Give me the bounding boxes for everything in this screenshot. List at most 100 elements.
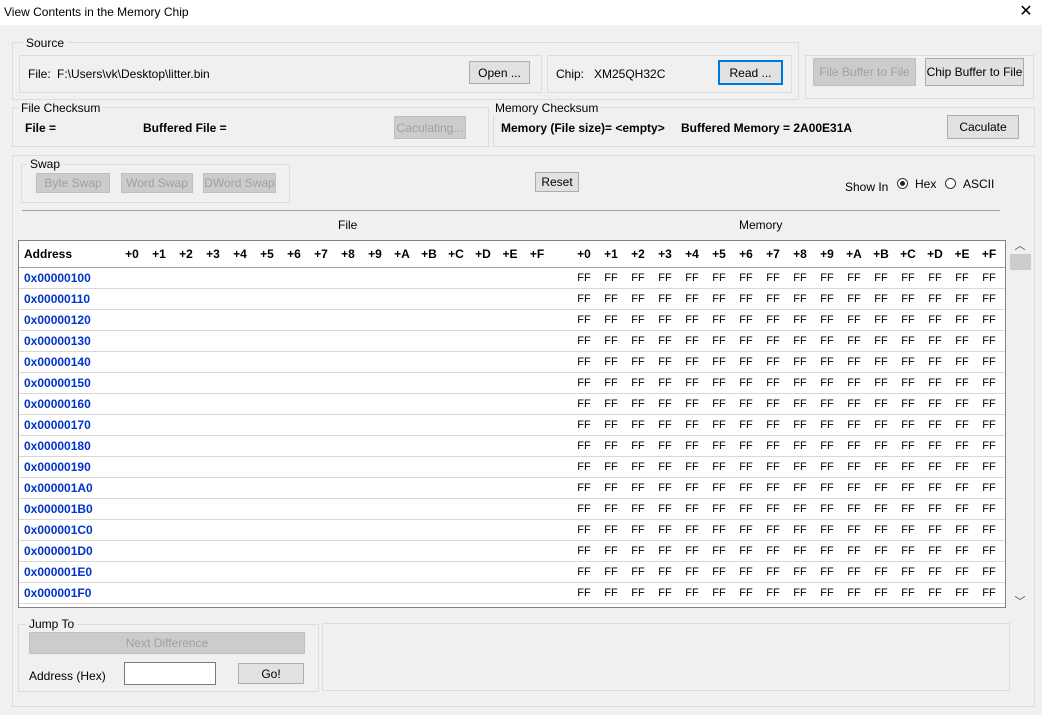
memory-byte-cell[interactable]: FF: [571, 499, 597, 519]
memory-byte-cell[interactable]: FF: [652, 331, 678, 351]
go-button[interactable]: Go!: [238, 663, 304, 684]
memory-byte-cell[interactable]: FF: [976, 583, 1002, 603]
memory-byte-cell[interactable]: FF: [571, 310, 597, 330]
memory-byte-cell[interactable]: FF: [949, 289, 975, 309]
memory-byte-cell[interactable]: FF: [814, 436, 840, 456]
memory-byte-cell[interactable]: FF: [733, 583, 759, 603]
memory-byte-cell[interactable]: FF: [652, 541, 678, 561]
memory-byte-cell[interactable]: FF: [814, 373, 840, 393]
memory-byte-cell[interactable]: FF: [814, 268, 840, 288]
memory-byte-cell[interactable]: FF: [679, 331, 705, 351]
table-row[interactable]: 0x00000110 FF FF FF FF FF FF FF FF FF FF FF FF FF FF FF…: [19, 289, 1005, 310]
memory-byte-cell[interactable]: FF: [706, 394, 732, 414]
memory-byte-cell[interactable]: FF: [571, 415, 597, 435]
memory-byte-cell[interactable]: FF: [679, 373, 705, 393]
memory-byte-cell[interactable]: FF: [922, 499, 948, 519]
memory-byte-cell[interactable]: FF: [760, 289, 786, 309]
memory-byte-cell[interactable]: FF: [760, 268, 786, 288]
memory-byte-cell[interactable]: FF: [679, 289, 705, 309]
table-row[interactable]: 0x000001E0 FF FF FF FF FF FF FF FF FF FF FF FF FF FF FF…: [19, 562, 1005, 583]
memory-byte-cell[interactable]: FF: [679, 562, 705, 582]
word-swap-button[interactable]: Word Swap: [121, 173, 193, 193]
memory-byte-cell[interactable]: FF: [895, 499, 921, 519]
memory-byte-cell[interactable]: FF: [922, 436, 948, 456]
memory-byte-cell[interactable]: FF: [949, 520, 975, 540]
memory-byte-cell[interactable]: FF: [706, 499, 732, 519]
memory-byte-cell[interactable]: FF: [652, 394, 678, 414]
memory-byte-cell[interactable]: FF: [706, 310, 732, 330]
memory-byte-cell[interactable]: FF: [895, 415, 921, 435]
memory-byte-cell[interactable]: FF: [787, 415, 813, 435]
memory-byte-cell[interactable]: FF: [652, 415, 678, 435]
memory-byte-cell[interactable]: FF: [868, 289, 894, 309]
memory-byte-cell[interactable]: FF: [598, 415, 624, 435]
memory-byte-cell[interactable]: FF: [598, 331, 624, 351]
memory-byte-cell[interactable]: FF: [733, 289, 759, 309]
memory-byte-cell[interactable]: FF: [841, 562, 867, 582]
memory-byte-cell[interactable]: FF: [949, 352, 975, 372]
memory-byte-cell[interactable]: FF: [841, 310, 867, 330]
memory-byte-cell[interactable]: FF: [976, 394, 1002, 414]
memory-byte-cell[interactable]: FF: [652, 289, 678, 309]
memory-byte-cell[interactable]: FF: [895, 520, 921, 540]
memory-byte-cell[interactable]: FF: [868, 331, 894, 351]
memory-byte-cell[interactable]: FF: [895, 562, 921, 582]
memory-byte-cell[interactable]: FF: [652, 457, 678, 477]
table-row[interactable]: 0x00000170 FF FF FF FF FF FF FF FF FF FF FF FF FF FF FF…: [19, 415, 1005, 436]
memory-byte-cell[interactable]: FF: [571, 478, 597, 498]
memory-byte-cell[interactable]: FF: [679, 499, 705, 519]
table-row[interactable]: 0x00000190 FF FF FF FF FF FF FF FF FF FF FF FF FF FF FF…: [19, 457, 1005, 478]
memory-byte-cell[interactable]: FF: [922, 268, 948, 288]
memory-byte-cell[interactable]: FF: [598, 268, 624, 288]
memory-byte-cell[interactable]: FF: [868, 310, 894, 330]
memory-byte-cell[interactable]: FF: [598, 457, 624, 477]
memory-byte-cell[interactable]: FF: [787, 562, 813, 582]
memory-byte-cell[interactable]: FF: [976, 415, 1002, 435]
memory-byte-cell[interactable]: FF: [895, 268, 921, 288]
ascii-radio[interactable]: [945, 178, 956, 189]
memory-byte-cell[interactable]: FF: [598, 352, 624, 372]
memory-byte-cell[interactable]: FF: [706, 373, 732, 393]
memory-byte-cell[interactable]: FF: [760, 394, 786, 414]
memory-byte-cell[interactable]: FF: [814, 289, 840, 309]
memory-byte-cell[interactable]: FF: [841, 457, 867, 477]
table-row[interactable]: 0x00000100 FF FF FF FF FF FF FF FF FF FF FF FF FF FF FF…: [19, 268, 1005, 289]
memory-byte-cell[interactable]: FF: [841, 268, 867, 288]
memory-byte-cell[interactable]: FF: [868, 562, 894, 582]
memory-byte-cell[interactable]: FF: [949, 268, 975, 288]
memory-byte-cell[interactable]: FF: [760, 415, 786, 435]
memory-byte-cell[interactable]: FF: [949, 436, 975, 456]
memory-byte-cell[interactable]: FF: [976, 436, 1002, 456]
memory-byte-cell[interactable]: FF: [949, 583, 975, 603]
table-row[interactable]: 0x00000120 FF FF FF FF FF FF FF FF FF FF FF FF FF FF FF…: [19, 310, 1005, 331]
chip-buffer-to-file-button[interactable]: Chip Buffer to File: [925, 58, 1024, 86]
memory-byte-cell[interactable]: FF: [625, 457, 651, 477]
hex-radio[interactable]: [897, 178, 908, 189]
memory-byte-cell[interactable]: FF: [814, 541, 840, 561]
memory-byte-cell[interactable]: FF: [598, 289, 624, 309]
memory-byte-cell[interactable]: FF: [706, 352, 732, 372]
memory-byte-cell[interactable]: FF: [598, 373, 624, 393]
memory-byte-cell[interactable]: FF: [733, 415, 759, 435]
memory-byte-cell[interactable]: FF: [679, 310, 705, 330]
memory-byte-cell[interactable]: FF: [598, 394, 624, 414]
scroll-down-icon[interactable]: ﹀: [1012, 594, 1028, 610]
scrollbar-thumb[interactable]: [1010, 254, 1031, 270]
memory-byte-cell[interactable]: FF: [922, 415, 948, 435]
memory-byte-cell[interactable]: FF: [922, 310, 948, 330]
memory-byte-cell[interactable]: FF: [733, 478, 759, 498]
memory-byte-cell[interactable]: FF: [868, 373, 894, 393]
memory-byte-cell[interactable]: FF: [841, 499, 867, 519]
memory-byte-cell[interactable]: FF: [571, 541, 597, 561]
memory-byte-cell[interactable]: FF: [679, 268, 705, 288]
memory-byte-cell[interactable]: FF: [841, 373, 867, 393]
memory-byte-cell[interactable]: FF: [787, 499, 813, 519]
memory-byte-cell[interactable]: FF: [841, 541, 867, 561]
memory-byte-cell[interactable]: FF: [841, 394, 867, 414]
read-button[interactable]: Read ...: [718, 60, 783, 85]
memory-byte-cell[interactable]: FF: [571, 352, 597, 372]
memory-byte-cell[interactable]: FF: [625, 436, 651, 456]
memory-byte-cell[interactable]: FF: [949, 415, 975, 435]
memory-byte-cell[interactable]: FF: [976, 478, 1002, 498]
memory-byte-cell[interactable]: FF: [922, 520, 948, 540]
